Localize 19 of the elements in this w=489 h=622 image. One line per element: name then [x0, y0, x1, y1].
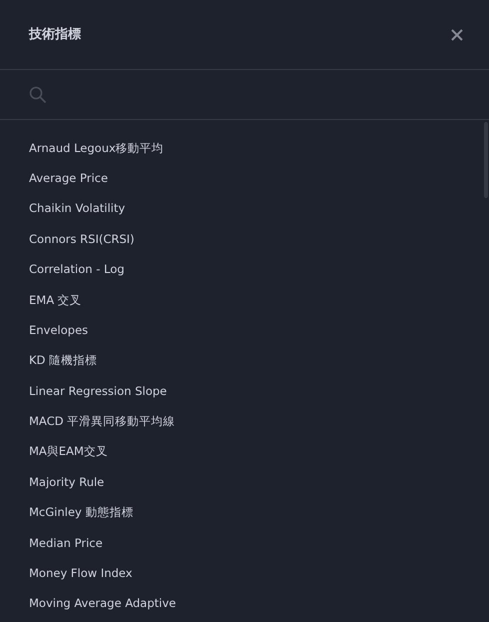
indicator-item[interactable]: Connors RSI(CRSI) [29, 230, 134, 248]
indicator-item[interactable]: KD 隨機指標 [29, 352, 98, 370]
indicator-item[interactable]: EMA 交叉 [29, 292, 82, 309]
indicator-item[interactable]: Average Price [29, 170, 108, 188]
indicator-item[interactable]: Correlation - Log [29, 261, 124, 278]
indicator-item[interactable]: MACD 平滑異同移動平均線 [29, 413, 176, 430]
indicator-item[interactable]: Linear Regression Slope [29, 382, 167, 400]
indicator-item[interactable]: Money Flow Index [29, 565, 132, 582]
indicator-item[interactable]: MA與EAM交叉 [29, 443, 108, 461]
search-icon [29, 86, 47, 104]
indicator-item[interactable]: Chaikin Volatility [29, 200, 126, 218]
close-button[interactable] [450, 28, 464, 42]
indicator-item[interactable]: Majority Rule [29, 474, 104, 492]
indicator-item[interactable]: McGinley 動態指標 [29, 504, 134, 522]
indicator-item[interactable]: Envelopes [29, 322, 88, 340]
indicator-item[interactable]: Moving Average Adaptive [29, 595, 176, 613]
dialog-title: 技術指標 [29, 26, 81, 44]
indicator-item[interactable]: Median Price [29, 534, 103, 552]
indicator-item[interactable]: Arnaud Legoux移動平均 [29, 140, 164, 157]
